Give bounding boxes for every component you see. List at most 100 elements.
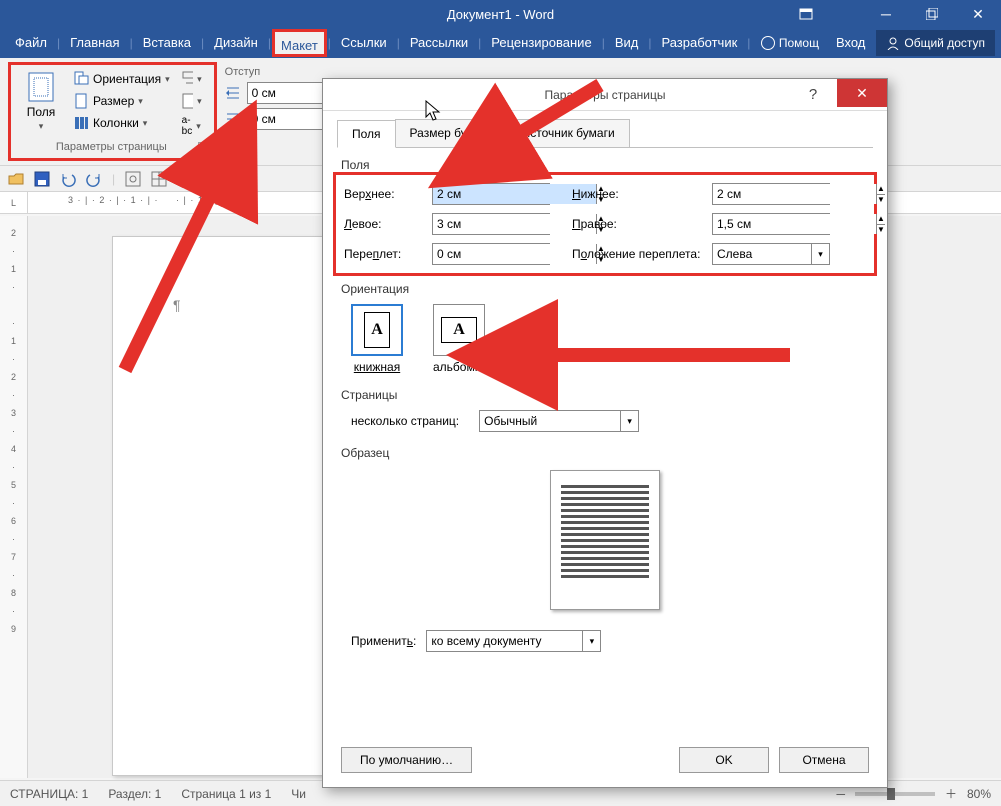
dialog-close-button[interactable]: ✕	[837, 79, 887, 107]
dialog-tab-source[interactable]: Источник бумаги	[507, 119, 630, 147]
page-setup-dialog: Параметры страницы ? ✕ Поля Размер бумаг…	[322, 78, 888, 788]
sample-legend: Образец	[341, 446, 869, 460]
preview-icon[interactable]	[125, 171, 141, 187]
top-margin-input[interactable]: ▲▼	[432, 183, 550, 205]
page-setup-group-label: Параметры страницы	[17, 139, 206, 153]
tell-me-button[interactable]: Помощ	[761, 36, 819, 50]
status-section[interactable]: Раздел: 1	[108, 787, 161, 801]
redo-icon[interactable]	[86, 171, 102, 187]
hyphenation-button[interactable]: a-bc▾	[178, 113, 206, 139]
tab-design[interactable]: Дизайн	[205, 29, 267, 57]
login-button[interactable]: Вход	[827, 29, 874, 57]
zoom-level[interactable]: 80%	[967, 787, 991, 801]
dialog-tab-paper[interactable]: Размер бумаги	[395, 119, 508, 147]
landscape-orientation-button[interactable]: A альбомная	[433, 304, 495, 374]
share-icon	[886, 36, 900, 50]
apply-row: Применить: ко всему документу▾	[351, 630, 869, 652]
columns-button[interactable]: Колонки▾	[69, 113, 174, 133]
cancel-button[interactable]: Отмена	[779, 747, 869, 773]
right-margin-label: Правое:	[572, 217, 702, 231]
hyphenation-icon: a-bc	[182, 115, 193, 137]
orientation-legend: Ориентация	[341, 282, 869, 296]
close-button[interactable]: ✕	[955, 0, 1001, 28]
tab-mailings[interactable]: Рассылки	[401, 29, 477, 57]
pages-section: Страницы несколько страниц: Обычный▾	[341, 388, 869, 432]
window-title: Документ1 - Word	[0, 7, 1001, 22]
minimize-button[interactable]: ─	[863, 0, 909, 28]
tab-layout[interactable]: Макет	[272, 29, 327, 57]
line-numbers-icon	[182, 93, 193, 109]
left-margin-input[interactable]: ▲▼	[432, 213, 550, 235]
orientation-icon	[73, 71, 89, 87]
chevron-down-icon: ▾	[39, 121, 44, 132]
dialog-tab-margins[interactable]: Поля	[337, 120, 396, 148]
indent-right-input[interactable]: ▲▼	[247, 108, 333, 130]
tab-developer[interactable]: Разработчик	[652, 29, 746, 57]
ribbon-tab-bar: Файл | Главная| Вставка| Дизайн| Макет| …	[0, 28, 1001, 58]
dialog-title-bar: Параметры страницы ? ✕	[323, 79, 887, 111]
gutter-position-select[interactable]: Слева▾	[712, 243, 830, 265]
ruler-ticks: 3 · | · 2 · | · 1 · | · · | · 1 · | · 2	[68, 195, 235, 205]
share-button[interactable]: Общий доступ	[876, 30, 995, 56]
dialog-tabs: Поля Размер бумаги Источник бумаги	[337, 119, 873, 148]
multi-pages-label: несколько страниц:	[351, 414, 459, 428]
zoom-in-button[interactable]: ＋	[945, 785, 957, 802]
indent-right-icon	[225, 111, 241, 127]
ok-button[interactable]: OK	[679, 747, 769, 773]
zoom-out-button[interactable]: ─	[836, 787, 845, 801]
tab-home[interactable]: Главная	[61, 29, 128, 57]
bulb-icon	[761, 36, 775, 50]
right-margin-input[interactable]: ▲▼	[712, 213, 830, 235]
line-numbers-button[interactable]: ▾	[178, 91, 206, 111]
pages-legend: Страницы	[341, 388, 869, 402]
tab-review[interactable]: Рецензирование	[482, 29, 600, 57]
gutter-input[interactable]: ▲▼	[432, 243, 550, 265]
zoom-slider[interactable]	[855, 792, 935, 796]
page-setup-group: Поля ▾ Ориентация▾ Размер▾ Колонки▾ ▾	[8, 62, 217, 161]
dialog-title: Параметры страницы	[545, 88, 666, 102]
margins-icon	[25, 71, 57, 103]
columns-icon	[73, 115, 89, 131]
restore-button[interactable]	[909, 0, 955, 28]
file-tab[interactable]: Файл	[6, 29, 56, 57]
indent-left-input[interactable]: ▲▼	[247, 82, 333, 104]
ribbon-display-options[interactable]	[791, 0, 821, 28]
tab-view[interactable]: Вид	[606, 29, 648, 57]
table-icon[interactable]	[151, 171, 167, 187]
tab-insert[interactable]: Вставка	[134, 29, 200, 57]
left-margin-label: Левое:	[344, 217, 422, 231]
portrait-orientation-button[interactable]: A книжная	[351, 304, 403, 374]
new-icon[interactable]	[177, 171, 193, 187]
bottom-margin-input[interactable]: ▲▼	[712, 183, 830, 205]
tab-references[interactable]: Ссылки	[332, 29, 396, 57]
apply-to-select[interactable]: ко всему документу▾	[426, 630, 601, 652]
margins-button[interactable]: Поля ▾	[17, 69, 65, 139]
orientation-section: Ориентация A книжная A альбомная	[341, 282, 869, 374]
gutter-label: Переплет:	[344, 247, 422, 261]
breaks-button[interactable]: ▾	[178, 69, 206, 89]
default-button[interactable]: По умолчанию…	[341, 747, 472, 773]
status-words[interactable]: Чи	[291, 787, 306, 801]
undo-icon[interactable]	[60, 171, 76, 187]
gutter-position-label: Положение переплета:	[572, 247, 702, 261]
size-icon	[73, 93, 89, 109]
bottom-margin-label: Нижнее:	[572, 187, 702, 201]
margins-legend: Поля	[341, 158, 869, 172]
apply-label: Применить:	[351, 634, 416, 648]
ruler-corner: L	[0, 192, 28, 213]
status-pages[interactable]: Страница 1 из 1	[181, 787, 271, 801]
sample-section: Образец	[341, 446, 869, 610]
status-page[interactable]: СТРАНИЦА: 1	[10, 787, 88, 801]
vertical-ruler: 2·1· ·1·2·3·4·5·6·7·8·9	[0, 216, 28, 778]
sample-preview	[550, 470, 660, 610]
dialog-help-button[interactable]: ?	[793, 81, 833, 109]
multi-pages-select[interactable]: Обычный▾	[479, 410, 639, 432]
title-bar: Документ1 - Word ─ ✕	[0, 0, 1001, 28]
page-setup-launcher[interactable]: ↘	[198, 142, 212, 156]
pilcrow-icon: ¶	[173, 297, 181, 313]
indent-left-icon	[225, 85, 241, 101]
orientation-button[interactable]: Ориентация▾	[69, 69, 174, 89]
save-icon[interactable]	[34, 171, 50, 187]
open-icon[interactable]	[8, 171, 24, 187]
size-button[interactable]: Размер▾	[69, 91, 174, 111]
